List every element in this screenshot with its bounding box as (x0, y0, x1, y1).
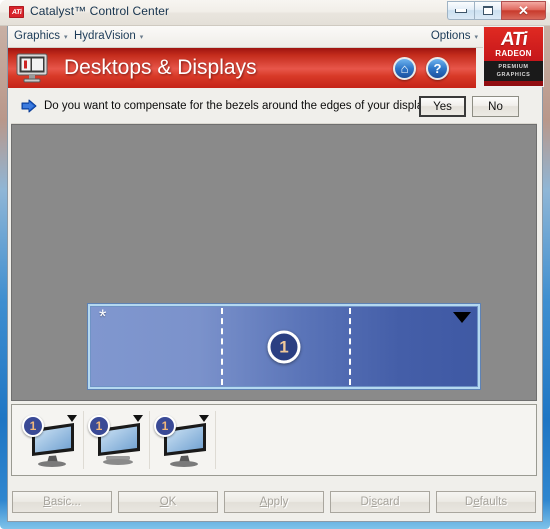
graphics-label: GRAPHICS (496, 72, 531, 78)
window-title: Catalyst™ Control Center (30, 4, 170, 18)
menu-item-graphics[interactable]: Graphics ▾ (14, 30, 68, 42)
thumbnail-number-badge: 1 (88, 415, 110, 437)
ati-logo-wordmark: ATi (499, 29, 528, 50)
basic-button-label: Basic... (43, 496, 81, 508)
thumbnail-number-badge: 1 (22, 415, 44, 437)
page-title: Desktops & Displays (64, 56, 257, 79)
bezel-divider-line (221, 308, 223, 385)
content-panel: Do you want to compensate for the bezels… (8, 88, 542, 481)
yes-button[interactable]: Yes (419, 96, 466, 117)
menu-item-options[interactable]: Options ▾ (431, 30, 478, 42)
display-surface-1[interactable]: * 1 (88, 304, 480, 389)
basic-button[interactable]: Basic... (12, 491, 112, 513)
minimize-button[interactable] (447, 1, 474, 20)
ok-button-label: OK (159, 496, 177, 508)
bezel-compensation-prompt: Do you want to compensate for the bezels… (11, 90, 537, 124)
premium-graphics-band: PREMIUM GRAPHICS (484, 61, 543, 81)
catalyst-control-center-window: ATi Catalyst™ Control Center ✕ Graphics … (0, 0, 550, 529)
ati-logo-icon-text: ATi (11, 8, 22, 16)
home-icon: ⌂ (400, 61, 409, 76)
minimize-icon (455, 8, 467, 13)
home-button[interactable]: ⌂ (393, 57, 416, 80)
chevron-down-icon: ▾ (139, 34, 144, 41)
menu-bar: Graphics ▾ HydraVision ▾ Options ▾ (8, 26, 542, 48)
help-button[interactable]: ? (426, 57, 449, 80)
page-header-banner: Desktops & Displays ⌂ ? (8, 48, 476, 88)
menu-item-hydravision[interactable]: HydraVision ▾ (74, 30, 143, 42)
close-icon: ✕ (518, 3, 529, 18)
display-thumbnail-strip: 1 1 1 (11, 404, 537, 476)
defaults-button-label: Defaults (464, 496, 508, 508)
chevron-down-icon: ▾ (64, 34, 68, 41)
display-thumbnail-3[interactable]: 1 (150, 411, 216, 469)
thumbnail-number-badge-label: 1 (29, 419, 37, 433)
display-thumbnail-2[interactable]: 1 (84, 411, 150, 469)
display-arrangement-workspace[interactable]: * 1 (11, 124, 537, 401)
discard-button[interactable]: Discard (330, 491, 430, 513)
thumbnail-number-badge-label: 1 (161, 419, 169, 433)
yes-button-label: Yes (433, 100, 452, 113)
footer-button-bar: Basic... OK Apply Discard Defaults (8, 483, 542, 521)
display-context-menu-caret-icon[interactable] (453, 312, 471, 323)
prompt-question-text: Do you want to compensate for the bezels… (44, 100, 441, 112)
close-button[interactable]: ✕ (501, 1, 546, 20)
menu-item-graphics-label: Graphics (14, 30, 61, 42)
thumbnail-menu-caret-icon[interactable] (133, 415, 143, 422)
maximize-button[interactable] (474, 1, 501, 20)
no-button-label: No (488, 100, 503, 113)
menu-item-hydravision-label: HydraVision (74, 30, 136, 42)
thumbnail-number-badge: 1 (154, 415, 176, 437)
display-thumbnail-1[interactable]: 1 (18, 411, 84, 469)
thumbnail-menu-caret-icon[interactable] (199, 415, 209, 422)
discard-button-label: Discard (360, 496, 400, 508)
thumbnail-number-badge-label: 1 (95, 419, 103, 433)
title-bar: ATi Catalyst™ Control Center ✕ (0, 0, 550, 26)
thumbnail-menu-caret-icon[interactable] (67, 415, 77, 422)
display-number-badge-label: 1 (279, 337, 289, 356)
no-button[interactable]: No (472, 96, 519, 117)
blue-arrow-icon (21, 99, 37, 113)
window-controls: ✕ (447, 1, 546, 20)
monitor-icon (16, 53, 48, 83)
apply-button[interactable]: Apply (224, 491, 324, 513)
ati-logo-icon: ATi (9, 6, 24, 18)
ok-button[interactable]: OK (118, 491, 218, 513)
bezel-divider-line (349, 308, 351, 385)
radeon-wordmark: RADEON (495, 49, 532, 58)
help-icon: ? (433, 61, 442, 76)
menu-item-options-label: Options (430, 30, 471, 42)
premium-label: PREMIUM (498, 63, 529, 70)
defaults-button[interactable]: Defaults (436, 491, 536, 513)
apply-button-label: Apply (259, 496, 289, 508)
display-number-badge: 1 (267, 330, 301, 363)
primary-display-marker: * (99, 307, 107, 328)
chevron-down-icon: ▾ (474, 34, 478, 41)
maximize-icon (483, 6, 493, 15)
ati-radeon-logo: ATi RADEON PREMIUM GRAPHICS (483, 26, 544, 87)
